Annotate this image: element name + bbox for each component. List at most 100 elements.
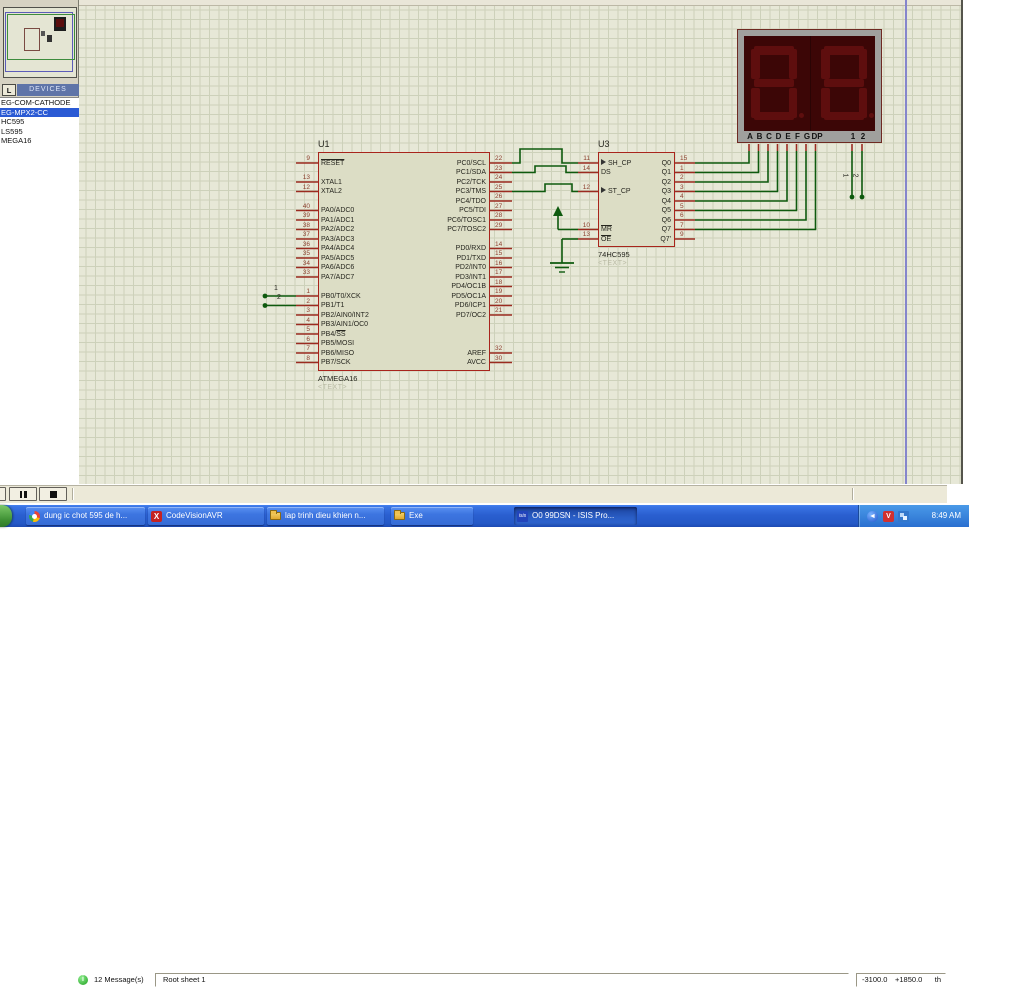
pin-number: 23 <box>495 165 517 172</box>
pin-label: PC3/TMS <box>318 187 486 196</box>
digit-select-label: 2 <box>857 132 869 141</box>
pin-label: PD3/INT1 <box>318 273 486 282</box>
wire-label-digit1: 1 <box>841 174 848 178</box>
seven-segment-display[interactable]: ABCDEFGDP12 <box>737 29 882 143</box>
devices-list-header: DEVICES <box>17 84 79 96</box>
device-list-item-eg-com-cathode[interactable]: EG-COM-CATHODE <box>0 98 79 108</box>
taskbar-task-4[interactable]: Exe <box>391 507 473 525</box>
device-list-item-mega16[interactable]: MEGA16 <box>0 136 79 146</box>
pin-number: 27 <box>495 203 517 210</box>
pin-number: 18 <box>495 279 517 286</box>
taskbar-clock: 8:49 AM <box>932 505 961 527</box>
taskbar-task-3[interactable]: lap trinh dieu khien n... <box>267 507 384 525</box>
segment-digit1 <box>754 79 794 88</box>
network-tray-icon[interactable] <box>898 511 909 522</box>
wire-junction-dot <box>263 294 268 299</box>
wire-q2-to-segment[interactable] <box>695 151 768 182</box>
schematic-canvas[interactable]: ABCDEFGDP12 U1ATMEGA16<TEXT>9RESET13XTAL… <box>0 0 963 484</box>
object-selector-panel: L DEVICES EG-COM-CATHODEEG-MPX2-CCHC595L… <box>0 0 79 484</box>
system-tray: ◄ V 8:49 AM <box>858 505 969 527</box>
taskbar-task-2[interactable]: XCodeVisionAVR <box>148 507 264 525</box>
taskbar-task-1[interactable]: dung ic chot 595 de h... <box>26 507 145 525</box>
step-button[interactable] <box>0 487 6 501</box>
pin-number: 2 <box>284 298 310 305</box>
library-pick-button[interactable]: L <box>2 84 16 96</box>
wire-q6-to-segment[interactable] <box>695 151 806 220</box>
device-list-item-ls595[interactable]: LS595 <box>0 127 79 137</box>
pin-number: 37 <box>284 231 310 238</box>
pause-button[interactable] <box>9 487 37 501</box>
power-arrow-icon <box>553 206 563 216</box>
pin-label: Q6 <box>598 216 671 225</box>
status-separator <box>852 488 853 500</box>
segment-digit2 <box>824 79 864 88</box>
coordinates-field: -3100.0 +1850.0 th <box>856 973 946 987</box>
task-label: O0 99DSN - ISIS Pro... <box>532 511 614 520</box>
pin-label: Q4 <box>598 197 671 206</box>
display-digit-divider <box>810 36 811 131</box>
wire-label-pb1: 2 <box>277 294 281 301</box>
pin-number: 15 <box>680 155 700 162</box>
pin-number: 24 <box>495 174 517 181</box>
antivirus-tray-icon[interactable]: V <box>883 511 894 522</box>
wire-q4-to-segment[interactable] <box>695 151 787 201</box>
pin-number: 13 <box>566 231 590 238</box>
message-count[interactable]: 12 Message(s) <box>94 973 144 987</box>
pin-label: PC7/TOSC2 <box>318 225 486 234</box>
pin-number: 5 <box>680 203 700 210</box>
segment-digit1 <box>789 49 798 79</box>
wire-junction-dot <box>263 303 268 308</box>
u3-value: 74HC595 <box>598 250 630 259</box>
pin-number: 29 <box>495 222 517 229</box>
pin-number: 15 <box>495 250 517 257</box>
stop-button[interactable] <box>39 487 67 501</box>
wire-q0-to-segment[interactable] <box>695 151 749 163</box>
pin-label: PD7/OC2 <box>318 311 486 320</box>
pin-label: PD4/OC1B <box>318 282 486 291</box>
dp-label: DP <box>811 132 823 141</box>
folder-icon <box>270 512 281 520</box>
pin-number: 2 <box>680 174 700 181</box>
pin-number: 32 <box>495 345 517 352</box>
pin-number: 17 <box>495 269 517 276</box>
segment-digit2 <box>821 88 830 118</box>
u3-text-placeholder: <TEXT> <box>598 260 627 267</box>
wire-junction-dot <box>850 195 855 200</box>
task-label: lap trinh dieu khien n... <box>285 511 366 520</box>
pin-number: 12 <box>284 184 310 191</box>
wire-q3-to-segment[interactable] <box>695 151 778 192</box>
codevision-icon: X <box>151 511 162 522</box>
devices-list[interactable]: EG-COM-CATHODEEG-MPX2-CCHC595LS595MEGA16 <box>0 97 79 485</box>
pause-icon <box>10 491 36 498</box>
message-log-icon[interactable]: i <box>78 975 88 985</box>
pin-number: 4 <box>284 317 310 324</box>
pin-number: 19 <box>495 288 517 295</box>
schematic-overview-preview[interactable] <box>3 7 77 78</box>
pin-label: PC6/TOSC1 <box>318 216 486 225</box>
pin-label: PC2/TCK <box>318 178 486 187</box>
status-bar: i 12 Message(s) Root sheet 1 -3100.0 +18… <box>0 485 947 503</box>
device-list-item-hc595[interactable]: HC595 <box>0 117 79 127</box>
segment-digit1 <box>789 88 798 118</box>
pin-label: PA3/ADC3 <box>321 235 354 244</box>
start-button[interactable] <box>0 505 12 527</box>
pin-number: 4 <box>680 193 700 200</box>
chrome-icon <box>29 511 40 522</box>
task-label: dung ic chot 595 de h... <box>44 511 127 520</box>
pin-number: 1 <box>680 165 700 172</box>
pin-label: PC0/SCL <box>318 159 486 168</box>
pin-number: 9 <box>284 155 310 162</box>
device-list-item-eg-mpx2-cc[interactable]: EG-MPX2-CC <box>0 108 79 118</box>
hide-tray-icons-button[interactable]: ◄ <box>867 511 878 522</box>
pin-label: Q7' <box>598 235 671 244</box>
pin-number: 7 <box>284 345 310 352</box>
pin-number: 21 <box>495 307 517 314</box>
pin-number: 38 <box>284 222 310 229</box>
taskbar-task-5[interactable]: isisO0 99DSN - ISIS Pro... <box>514 507 637 525</box>
pin-number: 13 <box>284 174 310 181</box>
pin-number: 6 <box>284 336 310 343</box>
pin-label: Q0 <box>598 159 671 168</box>
pin-label: PD5/OC1A <box>318 292 486 301</box>
pin-number: 3 <box>680 184 700 191</box>
pin-label: PB3/AIN1/OC0 <box>321 320 368 329</box>
